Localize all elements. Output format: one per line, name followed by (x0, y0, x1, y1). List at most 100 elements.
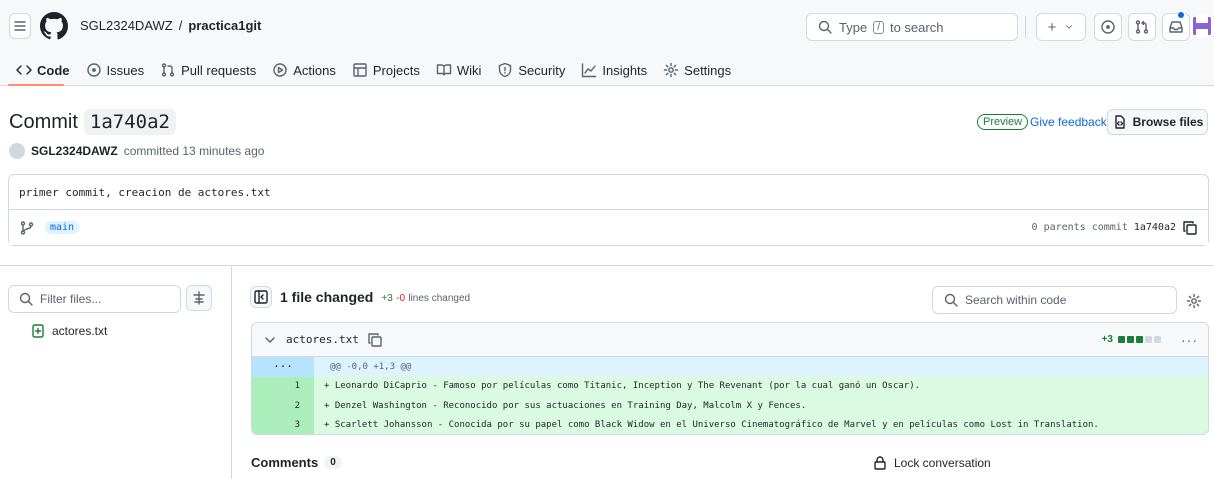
file-code-icon (1114, 115, 1125, 129)
notification-dot (1177, 11, 1185, 19)
diff-filename[interactable]: actores.txt (286, 333, 359, 346)
line-content: + Scarlett Johansson - Conocida por su p… (314, 415, 1208, 434)
diffstat-block (1127, 336, 1134, 343)
tab-actions[interactable]: Actions (264, 58, 344, 82)
commit-author-line: SGL2324DAWZ committed 13 minutes ago (9, 143, 264, 159)
lock-conversation-button[interactable]: Lock conversation (872, 455, 991, 471)
diff-file-header: actores.txt +3 ··· (252, 323, 1208, 357)
toggle-file-tree-button[interactable] (250, 286, 272, 308)
github-logo[interactable] (40, 12, 68, 40)
global-search[interactable]: Type / to search (806, 13, 1018, 41)
play-icon (273, 63, 287, 77)
commit-sha: 1a740a2 (83, 109, 176, 135)
commit-meta-bar: main 0 parents commit 1a740a2 (9, 209, 1208, 245)
code-search-placeholder: Search within code (965, 293, 1067, 307)
chevron-down-icon (1066, 25, 1073, 29)
sidebar-divider (231, 265, 232, 479)
browse-files-label: Browse files (1132, 115, 1204, 129)
code-search-input[interactable]: Search within code (932, 286, 1177, 314)
inbox-icon (1169, 21, 1183, 33)
filter-placeholder: Filter files... (40, 292, 102, 306)
diff-line: 3 + Scarlett Johansson - Conocida por su… (252, 415, 1208, 434)
code-icon (16, 65, 32, 75)
hunk-header: @@ -0,0 +1,3 @@ (314, 357, 1208, 377)
repo-link[interactable]: practica1git (188, 18, 261, 33)
filter-files-input[interactable]: Filter files... (8, 285, 181, 313)
tab-wiki-label: Wiki (456, 62, 482, 78)
file-added-icon (32, 324, 44, 338)
diffstat-block (1136, 336, 1143, 343)
diffstat-block (1118, 336, 1125, 343)
commit-title: Commit 1a740a2 (9, 109, 176, 135)
hunk-header-row: ··· @@ -0,0 +1,3 @@ (252, 357, 1208, 377)
pull-requests-button[interactable] (1128, 13, 1156, 41)
breadcrumb-separator: / (178, 18, 183, 33)
lock-icon (874, 456, 886, 470)
parents-count: 0 parents (1031, 222, 1086, 233)
comments-count: 0 (324, 456, 342, 469)
search-key-hint: / (873, 20, 884, 34)
author-link[interactable]: SGL2324DAWZ (31, 144, 118, 158)
tab-code[interactable]: Code (8, 58, 78, 82)
expand-hunk-button[interactable]: ··· (252, 357, 314, 377)
tab-pull-requests[interactable]: Pull requests (152, 58, 264, 82)
diff-stat-count: +3 (1101, 334, 1113, 345)
tab-projects[interactable]: Projects (344, 58, 428, 82)
file-diff: actores.txt +3 ··· ··· @@ -0,0 +1,3 @@ 1… (251, 322, 1209, 435)
comments-heading: Comments 0 (251, 455, 342, 470)
kebab-horizontal-icon[interactable]: ··· (1181, 332, 1198, 348)
lock-conversation-label: Lock conversation (894, 456, 991, 470)
author-avatar[interactable] (9, 143, 25, 159)
inbox-button[interactable] (1162, 13, 1190, 41)
table-icon (353, 63, 367, 77)
gear-icon[interactable] (1186, 293, 1202, 309)
graph-icon (582, 63, 597, 78)
search-suffix: to search (889, 19, 944, 35)
hamburger-icon (14, 21, 26, 31)
issues-button[interactable] (1094, 13, 1122, 41)
branch-label[interactable]: main (45, 221, 80, 234)
line-number[interactable]: 1 (252, 376, 314, 396)
plus-icon: + (1047, 18, 1057, 36)
pull-request-icon (161, 63, 175, 77)
diffstat-block (1154, 336, 1161, 343)
tab-code-label: Code (37, 62, 70, 78)
filter-options-button[interactable] (186, 285, 212, 311)
pull-request-icon (1135, 20, 1149, 34)
search-icon (944, 293, 958, 307)
copy-icon[interactable] (1182, 220, 1198, 236)
create-new-button[interactable]: + (1036, 13, 1086, 41)
tab-settings[interactable]: Settings (655, 58, 739, 82)
tab-pull-requests-label: Pull requests (181, 62, 257, 78)
book-icon (436, 64, 452, 76)
tab-projects-label: Projects (372, 62, 420, 78)
active-tab-indicator (8, 84, 64, 86)
deletions-count: -0 (396, 293, 406, 304)
browse-files-button[interactable]: Browse files (1107, 109, 1208, 135)
chevron-down-icon[interactable] (262, 332, 278, 348)
tab-issues[interactable]: Issues (78, 58, 153, 82)
search-icon (818, 20, 832, 34)
breadcrumb: SGL2324DAWZ / practica1git (80, 18, 261, 33)
give-feedback-link[interactable]: Give feedback (1030, 115, 1107, 129)
line-number[interactable]: 3 (252, 415, 314, 434)
lines-changed-label: lines changed (408, 293, 471, 304)
tab-issues-label: Issues (106, 62, 145, 78)
tab-insights[interactable]: Insights (573, 58, 655, 82)
line-number[interactable]: 2 (252, 396, 314, 416)
diff-ignored-icon (193, 291, 205, 305)
search-icon (19, 292, 33, 306)
diff-stat: +3 (1102, 334, 1161, 345)
copy-icon[interactable] (367, 332, 383, 348)
tab-security[interactable]: Security (489, 58, 573, 82)
header-divider (1025, 16, 1026, 38)
owner-link[interactable]: SGL2324DAWZ (80, 18, 173, 33)
issue-icon (86, 63, 101, 77)
tab-wiki[interactable]: Wiki (428, 58, 490, 82)
diff-line: 2 + Denzel Washington - Reconocido por s… (252, 396, 1208, 416)
gear-icon (663, 62, 679, 78)
menu-button[interactable] (9, 13, 31, 39)
tab-security-label: Security (518, 62, 566, 78)
avatar[interactable] (1190, 14, 1214, 38)
file-tree-item[interactable]: actores.txt (30, 323, 107, 339)
